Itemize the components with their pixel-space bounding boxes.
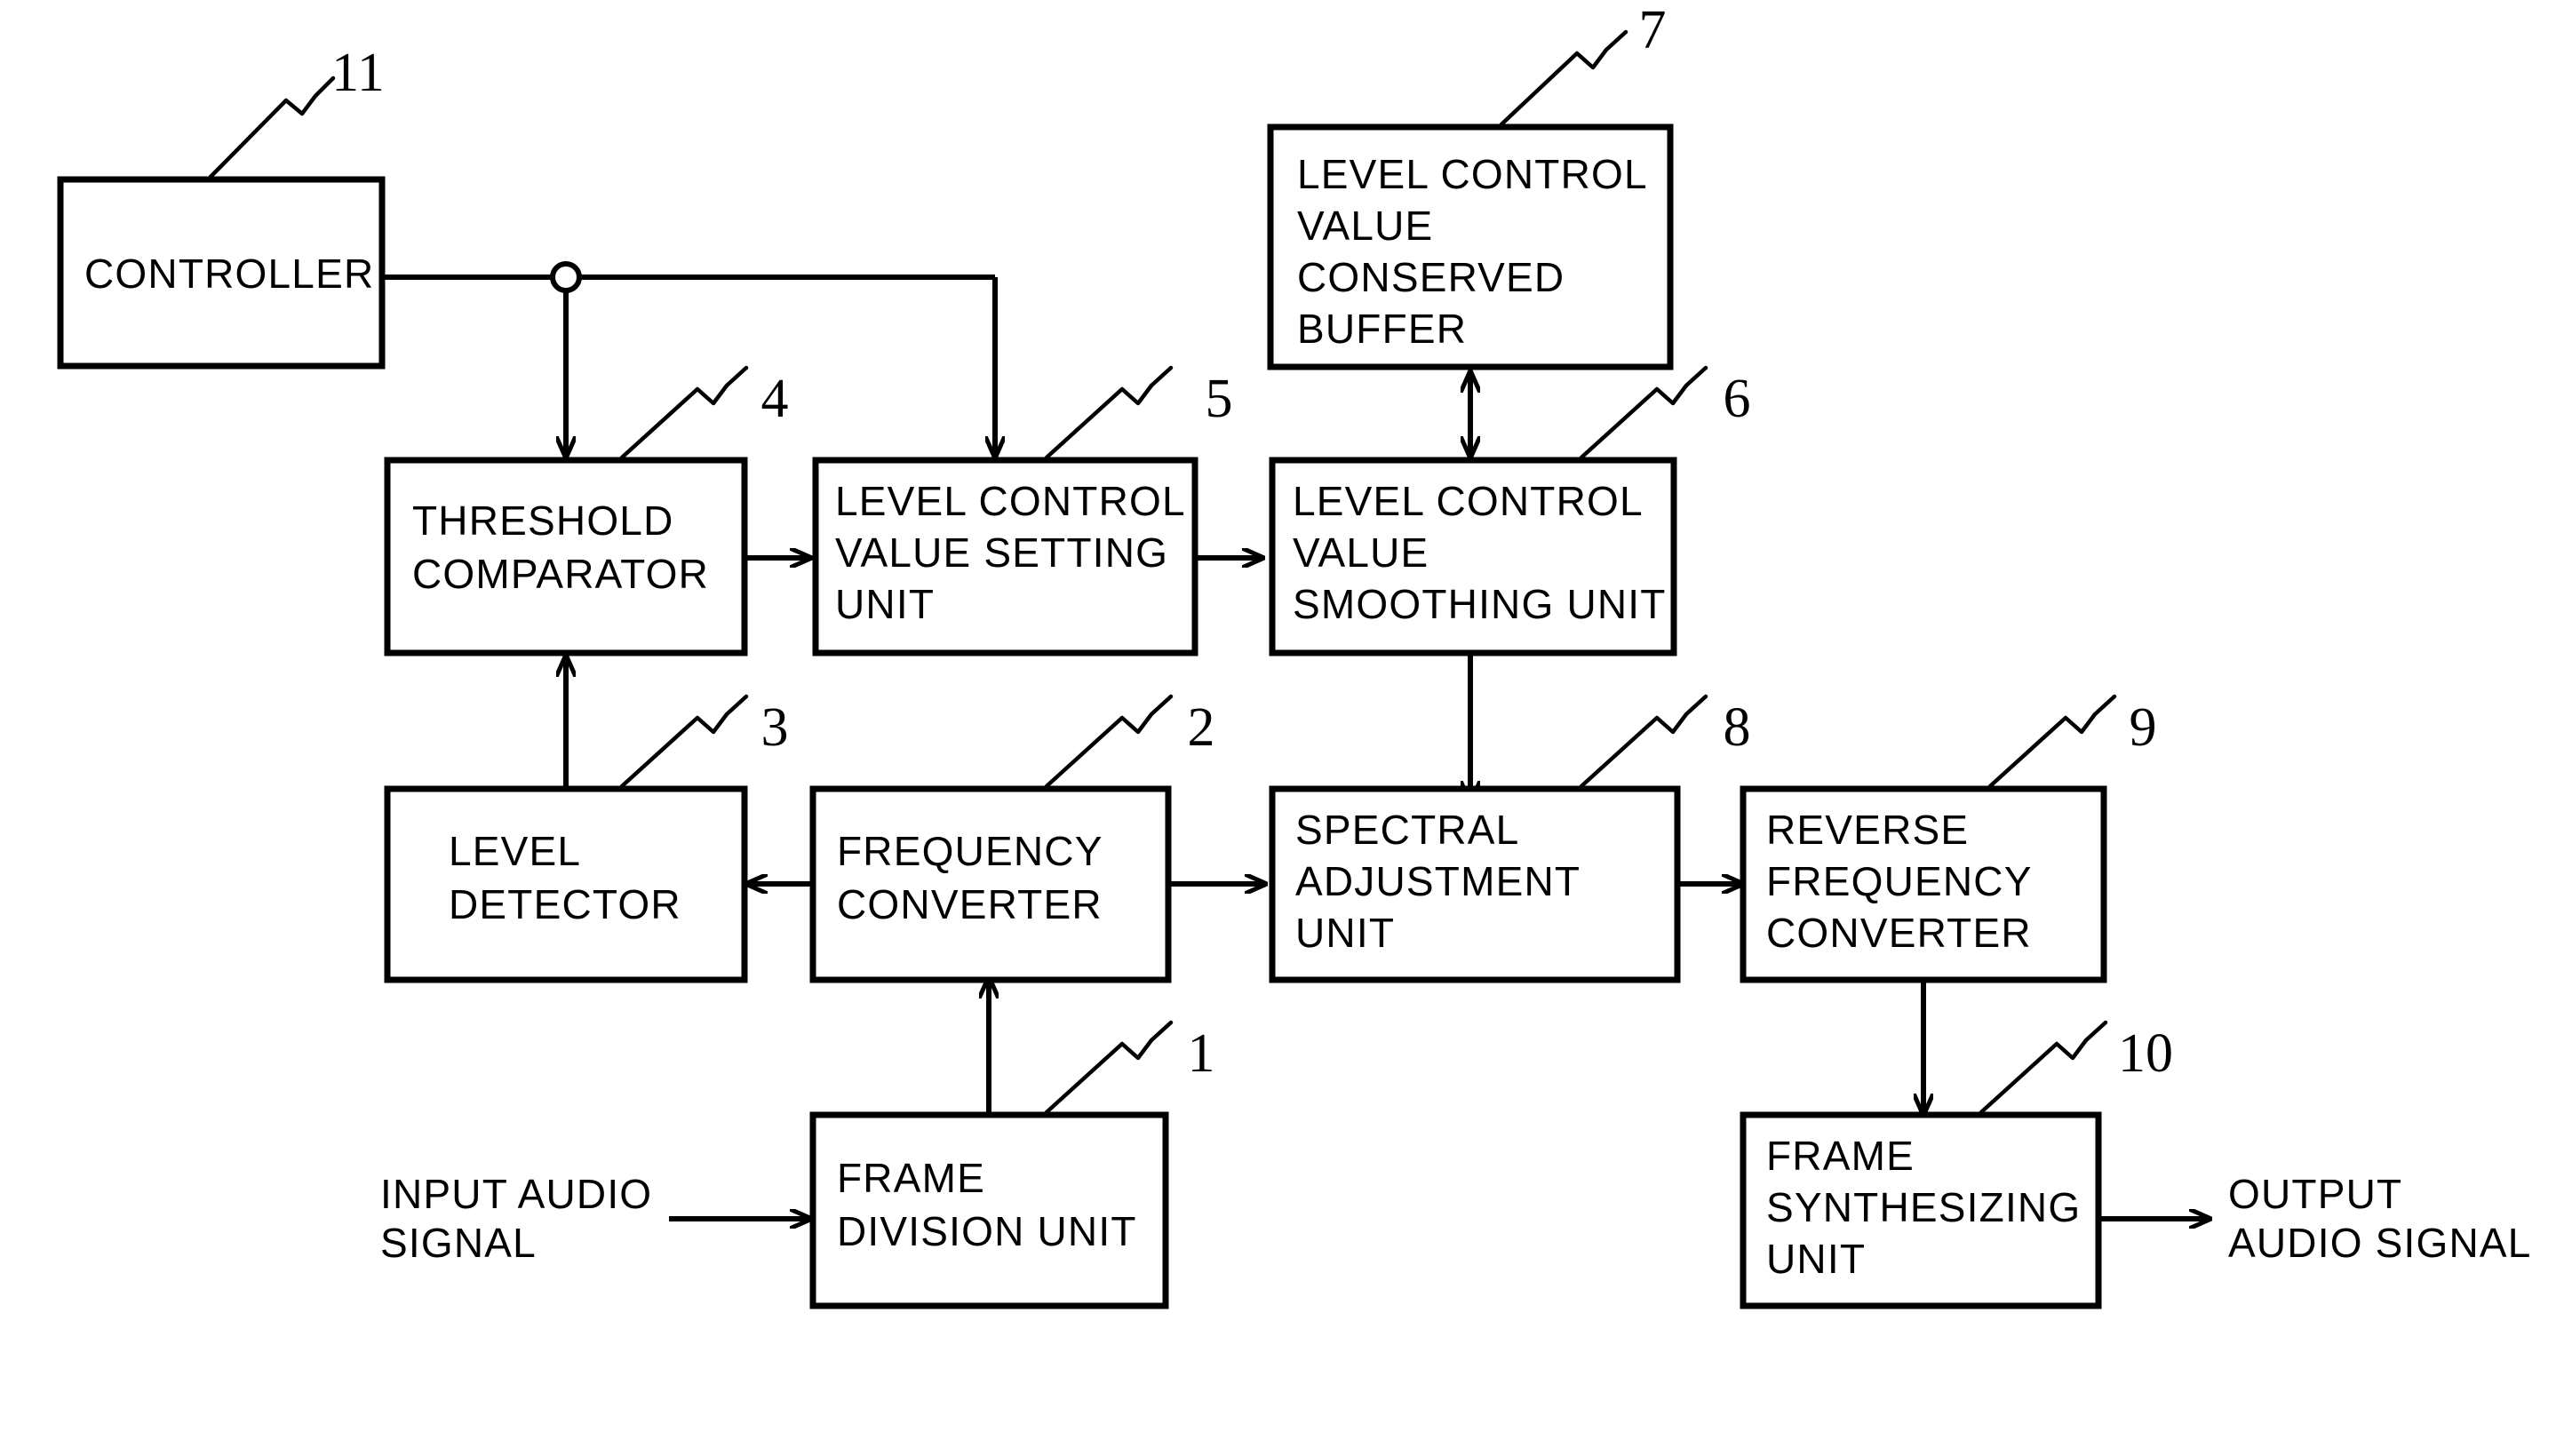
output-audio-signal-line-1: OUTPUT — [2228, 1171, 2402, 1217]
ref-number-2: 2 — [1188, 697, 1215, 758]
block-frequency-converter[interactable]: FREQUENCY CONVERTER — [809, 785, 1172, 983]
block-spectral-adjustment-label-line-3: UNIT — [1295, 910, 1395, 956]
block-level-detector[interactable]: LEVEL DETECTOR — [384, 785, 748, 983]
block-spectral-adjustment-label-line-1: SPECTRAL — [1295, 807, 1519, 853]
block-reverse-frequency-converter-label-line-3: CONVERTER — [1766, 910, 2032, 956]
block-level-control-value-smoothing-label-line-2: VALUE — [1293, 529, 1429, 576]
block-frame-division-label-line-2: DIVISION UNIT — [837, 1208, 1137, 1254]
block-frame-synthesizing-label-line-1: FRAME — [1766, 1133, 1915, 1179]
block-level-control-value-smoothing-label-line-1: LEVEL CONTROL — [1293, 478, 1644, 524]
block-level-detector-label-line-1: LEVEL — [449, 828, 581, 874]
block-frame-division-label-line-1: FRAME — [837, 1155, 985, 1201]
block-diagram-figure: CONTROLLER 11 LEVEL CONTROL VALUE CONSER… — [0, 0, 2564, 1456]
block-level-control-value-buffer-label-line-2: VALUE — [1297, 203, 1433, 249]
block-frame-synthesizing[interactable]: FRAME SYNTHESIZING UNIT — [1740, 1111, 2102, 1309]
block-frame-synthesizing-label-line-3: UNIT — [1766, 1236, 1866, 1282]
ref-number-1: 1 — [1188, 1023, 1215, 1084]
block-level-control-value-buffer-label-line-3: CONSERVED — [1297, 254, 1565, 300]
block-spectral-adjustment[interactable]: SPECTRAL ADJUSTMENT UNIT — [1269, 785, 1681, 983]
ref-number-6: 6 — [1724, 369, 1751, 429]
block-reverse-frequency-converter-label-line-2: FREQUENCY — [1766, 858, 2033, 904]
block-level-control-value-smoothing-label-line-3: SMOOTHING UNIT — [1293, 581, 1667, 627]
junction-dot-icon — [550, 261, 582, 293]
block-reverse-frequency-converter-label-line-1: REVERSE — [1766, 807, 1969, 853]
block-level-detector-label-line-2: DETECTOR — [449, 881, 681, 927]
block-controller-label-line-1: CONTROLLER — [84, 251, 374, 297]
ref-number-3: 3 — [761, 697, 789, 758]
block-level-control-value-smoothing[interactable]: LEVEL CONTROL VALUE SMOOTHING UNIT — [1269, 457, 1677, 656]
ref-number-4: 4 — [761, 369, 789, 429]
ref-number-5: 5 — [1206, 369, 1233, 429]
ref-number-10: 10 — [2118, 1023, 2173, 1084]
block-level-control-value-setting-label-line-2: VALUE SETTING — [835, 529, 1168, 576]
diagram-canvas: CONTROLLER 11 LEVEL CONTROL VALUE CONSER… — [0, 0, 2564, 1456]
ref-number-7: 7 — [1639, 0, 1667, 60]
block-level-control-value-buffer-label-line-4: BUFFER — [1297, 306, 1467, 352]
block-threshold-comparator-label-line-1: THRESHOLD — [412, 497, 674, 544]
block-spectral-adjustment-label-line-2: ADJUSTMENT — [1295, 858, 1581, 904]
ref-number-11: 11 — [331, 43, 385, 103]
block-reverse-frequency-converter[interactable]: REVERSE FREQUENCY CONVERTER — [1740, 785, 2107, 983]
block-threshold-comparator-label-line-2: COMPARATOR — [412, 551, 709, 597]
block-frequency-converter-label-line-1: FREQUENCY — [837, 828, 1103, 874]
block-controller[interactable]: CONTROLLER — [57, 176, 386, 370]
block-level-control-value-setting-label-line-1: LEVEL CONTROL — [835, 478, 1186, 524]
block-frame-division[interactable]: FRAME DIVISION UNIT — [809, 1111, 1169, 1309]
block-level-control-value-setting[interactable]: LEVEL CONTROL VALUE SETTING UNIT — [812, 457, 1198, 656]
output-audio-signal-line-2: AUDIO SIGNAL — [2228, 1220, 2532, 1266]
block-level-control-value-setting-label-line-3: UNIT — [835, 581, 935, 627]
input-audio-signal-line-1: INPUT AUDIO — [380, 1171, 652, 1217]
block-level-control-value-buffer[interactable]: LEVEL CONTROL VALUE CONSERVED BUFFER — [1267, 123, 1674, 370]
input-audio-signal-line-2: SIGNAL — [380, 1220, 537, 1266]
ref-number-9: 9 — [2130, 697, 2157, 758]
ref-number-8: 8 — [1724, 697, 1751, 758]
block-frequency-converter-label-line-2: CONVERTER — [837, 881, 1103, 927]
block-frame-synthesizing-label-line-2: SYNTHESIZING — [1766, 1184, 2081, 1230]
block-level-control-value-buffer-label-line-1: LEVEL CONTROL — [1297, 151, 1648, 197]
block-threshold-comparator[interactable]: THRESHOLD COMPARATOR — [384, 457, 748, 656]
